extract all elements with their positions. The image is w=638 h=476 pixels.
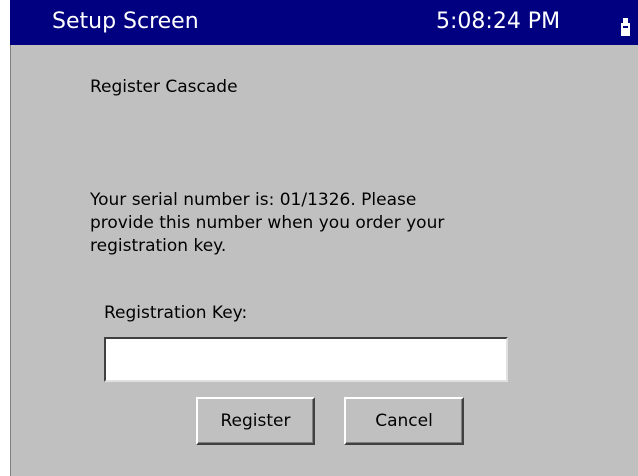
clock: 5:08:24 PM [436,9,561,34]
battery-icon [621,18,630,36]
window-title: Setup Screen [52,9,199,34]
page-heading: Register Cascade [90,77,238,97]
registration-key-input[interactable] [104,337,508,382]
registration-key-label: Registration Key: [104,303,248,323]
serial-number-message: Your serial number is: 01/1326. Please p… [90,190,445,256]
title-bar: Setup Screen 5:08:24 PM [10,0,638,45]
cancel-button[interactable]: Cancel [344,397,464,445]
register-button[interactable]: Register [196,397,315,445]
